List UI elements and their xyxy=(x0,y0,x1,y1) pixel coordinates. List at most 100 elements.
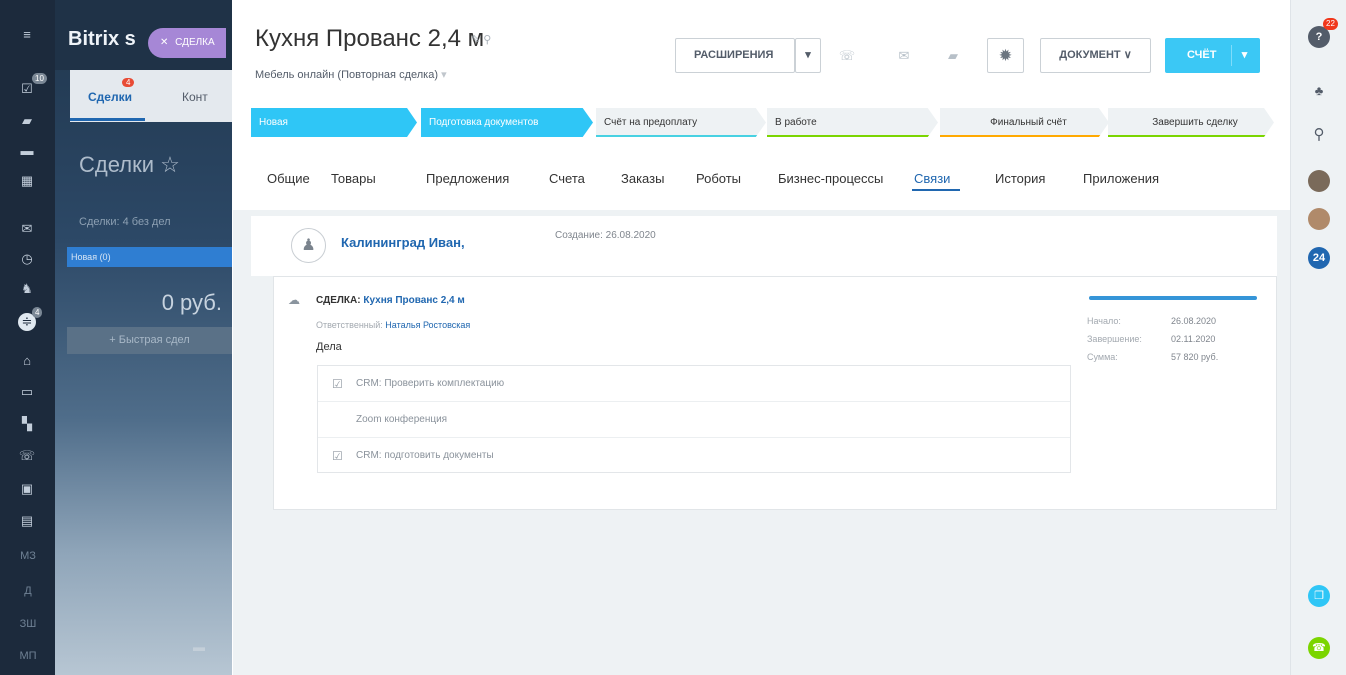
sum-value: 57 820 руб. xyxy=(1171,352,1219,362)
task-text: CRM: Проверить комплектацию xyxy=(356,378,505,389)
tab-deals[interactable]: Сделки xyxy=(88,90,132,104)
close-icon: ✕ xyxy=(160,37,169,48)
kanban-column-new[interactable]: Новая (0) xyxy=(67,247,232,267)
feed-icon[interactable]: ▬ xyxy=(18,142,36,160)
bell-icon[interactable]: ♣ xyxy=(1308,80,1330,102)
related-deal-link[interactable]: Кухня Прованс 2,4 м xyxy=(363,295,464,306)
end-date-label: Завершение: xyxy=(1087,334,1142,344)
rail-label-1[interactable]: МЗ xyxy=(6,550,50,562)
handshake-icon: ☁ xyxy=(288,293,300,307)
apps-icon[interactable]: ▚ xyxy=(18,415,36,433)
doc-icon[interactable]: ▤ xyxy=(18,512,36,530)
gear-icon: ✹ xyxy=(999,47,1012,63)
task-row[interactable]: ☑ CRM: подготовить документы xyxy=(318,438,1070,474)
search-icon[interactable]: ⚲ xyxy=(1308,124,1330,146)
deal-progress-bar xyxy=(1089,296,1257,300)
deals-list-panel: Bitrix s Сделки 4 Конт Сделки ☆ Сделки: … xyxy=(55,0,232,675)
call-icon[interactable]: ☏ xyxy=(832,38,862,73)
stage-new[interactable]: Новая xyxy=(251,108,417,137)
responsible-link[interactable]: Наталья Ростовская xyxy=(385,320,470,330)
start-date-value: 26.08.2020 xyxy=(1171,316,1217,326)
tab-deals-badge: 4 xyxy=(122,78,135,87)
menu-icon[interactable]: ≡ xyxy=(18,26,36,44)
bitrix24-icon[interactable]: 24 xyxy=(1308,247,1330,269)
email-icon[interactable]: ✉ xyxy=(889,38,919,73)
tab-business-processes[interactable]: Бизнес-процессы xyxy=(778,171,883,186)
tab-products[interactable]: Товары xyxy=(331,171,376,186)
slider-close-tab[interactable]: ✕ СДЕЛКА xyxy=(148,28,226,58)
tab-relations[interactable]: Связи xyxy=(914,171,950,186)
invoice-button[interactable]: СЧЁТ ▾ xyxy=(1165,38,1260,73)
crm-badge: 4 xyxy=(32,307,43,318)
task-checkbox-icon[interactable]: ☑ xyxy=(332,377,343,391)
stage-preparing-documents[interactable]: Подготовка документов xyxy=(421,108,593,137)
chat-icon[interactable]: ▰ xyxy=(18,112,36,130)
mail-icon[interactable]: ✉ xyxy=(18,220,36,238)
chevron-down-icon: ▾ xyxy=(441,69,447,81)
tab-invoices[interactable]: Счета xyxy=(549,171,585,186)
close-tab-label: СДЕЛКА xyxy=(175,37,215,48)
deal-category-subtitle[interactable]: Мебель онлайн (Повторная сделка) ▾ xyxy=(255,68,447,81)
contact-avatar-icon: ♟ xyxy=(291,228,326,263)
task-row[interactable]: ☑ CRM: Проверить комплектацию xyxy=(318,366,1070,402)
stage-complete-deal[interactable]: Завершить сделку xyxy=(1108,108,1274,137)
deal-title[interactable]: Кухня Прованс 2,4 м xyxy=(255,25,484,53)
extensions-menu-button[interactable]: ▾ xyxy=(795,38,821,73)
print-icon[interactable]: ▬ xyxy=(193,640,205,654)
tasks-badge: 10 xyxy=(32,73,47,84)
tasks-list: ☑ CRM: Проверить комплектацию Zoom конфе… xyxy=(317,365,1071,473)
deal-category-label: Мебель онлайн (Повторная сделка) xyxy=(255,69,438,81)
column-sum: 0 руб. xyxy=(161,290,222,315)
rail-label-3[interactable]: ЗШ xyxy=(6,618,50,630)
help-badge: 22 xyxy=(1323,18,1338,30)
avatar[interactable] xyxy=(1308,208,1330,230)
sum-label: Сумма: xyxy=(1087,352,1118,362)
settings-button[interactable]: ✹ xyxy=(987,38,1024,73)
tab-offers[interactable]: Предложения xyxy=(426,171,509,186)
tab-general[interactable]: Общие xyxy=(267,171,310,186)
task-text: CRM: подготовить документы xyxy=(356,450,494,461)
calendar-icon[interactable]: ▦ xyxy=(18,172,36,190)
gallery-icon[interactable]: ▣ xyxy=(18,480,36,498)
start-date-label: Начало: xyxy=(1087,316,1121,326)
window-icon[interactable]: ▭ xyxy=(18,383,36,401)
list-tabs: Сделки 4 Конт xyxy=(70,70,232,122)
quick-deal-button[interactable]: + Быстрая сдел xyxy=(67,327,232,354)
active-tab-indicator xyxy=(912,189,960,191)
task-checkbox-icon[interactable]: ☑ xyxy=(332,449,343,463)
stage-prepayment-invoice[interactable]: Счёт на предоплату xyxy=(596,108,766,137)
tab-robots[interactable]: Роботы xyxy=(696,171,741,186)
tasks-heading: Дела xyxy=(316,341,342,353)
avatar[interactable] xyxy=(1308,170,1330,192)
extensions-label: РАСШИРЕНИЯ xyxy=(694,49,774,61)
contact-name-link[interactable]: Калининград Иван, xyxy=(341,235,465,250)
chevron-down-icon: ▾ xyxy=(805,49,811,61)
rail-label-4[interactable]: МП xyxy=(6,650,50,662)
list-title: Сделки ☆ xyxy=(79,152,180,177)
invoice-label: СЧЁТ xyxy=(1187,49,1217,61)
message-icon[interactable]: ▰ xyxy=(938,38,968,73)
tab-applications[interactable]: Приложения xyxy=(1083,171,1159,186)
deal-responsible: Ответственный: Наталья Ростовская xyxy=(316,320,470,330)
stage-in-progress[interactable]: В работе xyxy=(767,108,938,137)
rail-label-2[interactable]: Д xyxy=(6,585,50,597)
tab-deals-underline xyxy=(70,118,145,121)
document-button[interactable]: ДОКУМЕНТ ∨ xyxy=(1040,38,1151,73)
stage-final-invoice[interactable]: Финальный счёт xyxy=(940,108,1109,137)
call-phone-icon[interactable]: ☎ xyxy=(1308,637,1330,659)
tab-orders[interactable]: Заказы xyxy=(621,171,664,186)
tab-history[interactable]: История xyxy=(995,171,1045,186)
brand-logo[interactable]: Bitrix s xyxy=(68,28,136,51)
left-menu-rail: ≡ ☑ 10 ▰ ▬ ▦ ✉ ◷ ♞ ≑ 4 ⌂ ▭ ▚ ☏ ▣ ▤ МЗ Д … xyxy=(0,0,55,675)
tab-contacts[interactable]: Конт xyxy=(182,90,208,104)
open-lines-icon[interactable]: ❐ xyxy=(1308,585,1330,607)
phone-icon[interactable]: ☏ xyxy=(18,447,36,465)
employees-icon[interactable]: ♞ xyxy=(18,280,36,298)
shop-icon[interactable]: ⌂ xyxy=(18,352,36,370)
edit-title-icon[interactable]: ✎ ⚲ xyxy=(471,33,491,46)
clock-icon[interactable]: ◷ xyxy=(18,250,36,268)
responsible-label: Ответственный: xyxy=(316,320,383,330)
task-row[interactable]: Zoom конференция xyxy=(318,402,1070,438)
chevron-down-icon: ▾ xyxy=(1231,45,1257,66)
extensions-button[interactable]: РАСШИРЕНИЯ ▾ xyxy=(675,38,815,73)
